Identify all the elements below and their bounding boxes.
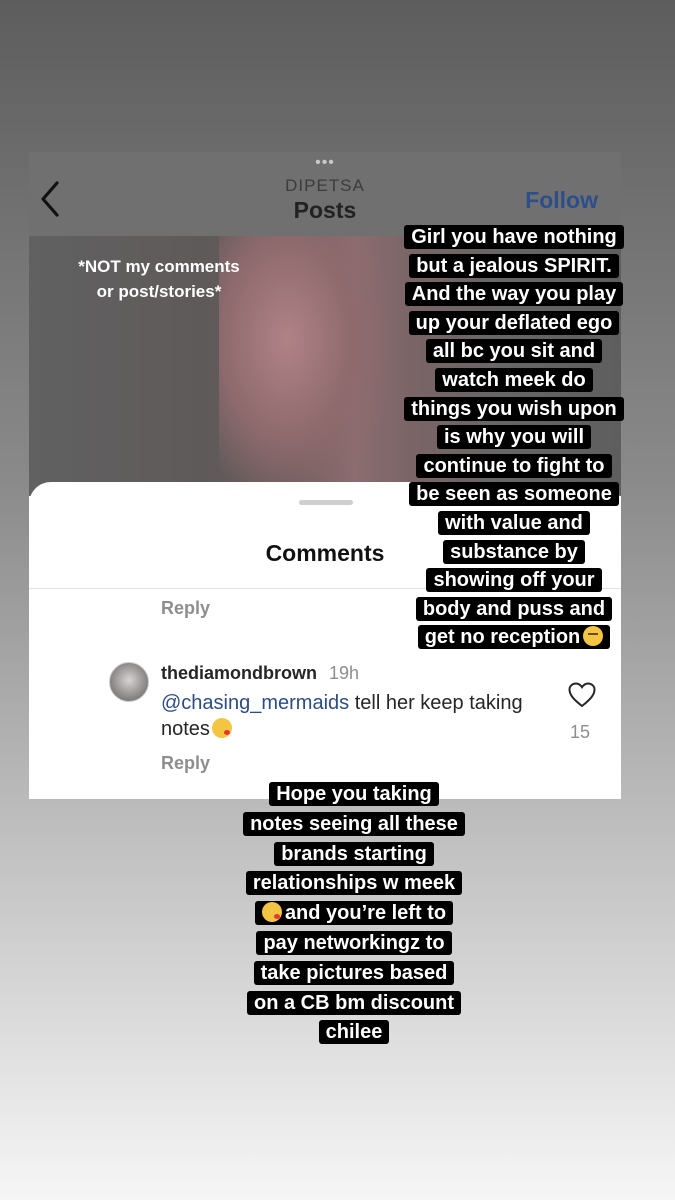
blowing-kiss-emoji-icon <box>261 902 282 923</box>
overlay-line-last: get no reception <box>417 625 611 650</box>
reply-button[interactable]: Reply <box>161 753 210 774</box>
reply-button[interactable]: Reply <box>161 598 210 619</box>
more-dots-icon[interactable]: ••• <box>29 154 621 172</box>
overlay-line: up your deflated ego <box>408 310 620 335</box>
overlay-line: watch meek do <box>435 367 593 392</box>
overlay-line: showing off your <box>426 568 602 593</box>
overlay-line: take pictures based <box>253 960 455 985</box>
overlay-line: brands starting <box>274 841 434 866</box>
mention-link[interactable]: @chasing_mermaids <box>161 692 349 714</box>
overlay-line: with value and <box>438 510 590 535</box>
sheet-grabber-handle[interactable] <box>299 500 353 505</box>
overlay-line: continue to fight to <box>416 453 612 478</box>
comment-username[interactable]: thediamondbrown <box>161 663 317 684</box>
overlay-line: chilee <box>318 1020 390 1045</box>
story-text-overlay-1: Girl you have nothing but a jealous SPIR… <box>392 223 636 652</box>
overlay-line-with-emoji: and you’re left to <box>254 901 454 926</box>
overlay-line: things you wish upon <box>404 396 624 421</box>
overlay-line: is why you will <box>436 425 592 450</box>
overlay-line: but a jealous SPIRIT. <box>409 253 619 278</box>
kissing-face-emoji-icon <box>211 718 232 738</box>
overlay-line: Hope you taking <box>269 782 439 806</box>
comment-time: 19h <box>329 663 360 683</box>
overlay-line-text: get no reception <box>424 626 581 649</box>
overlay-line-text: and you’re left to <box>284 902 447 925</box>
avatar[interactable] <box>109 662 149 702</box>
overlay-line: notes seeing all these <box>243 811 465 836</box>
disclaimer-note: *NOT my comments or post/stories* <box>78 257 240 301</box>
like-heart-icon[interactable] <box>568 682 596 708</box>
overlay-line: pay networkingz to <box>256 930 452 955</box>
overlay-line: body and puss and <box>415 596 613 621</box>
overlay-line: on a CB bm discount <box>247 990 461 1015</box>
story-text-overlay-2: Hope you taking notes seeing all these b… <box>223 780 485 1048</box>
overlay-line: relationships w meek <box>245 871 463 896</box>
overlay-line: And the way you play <box>404 282 624 307</box>
overlay-line: substance by <box>443 539 585 564</box>
overlay-line: all bc you sit and <box>425 339 603 364</box>
overlay-line: be seen as someone <box>409 482 619 507</box>
follow-button[interactable]: Follow <box>525 187 598 214</box>
like-count: 15 <box>570 722 591 742</box>
rolling-eyes-emoji-icon <box>583 626 604 647</box>
comment-text: @chasing_mermaids tell her keep taking n… <box>161 690 541 742</box>
overlay-line: Girl you have nothing <box>404 225 624 249</box>
